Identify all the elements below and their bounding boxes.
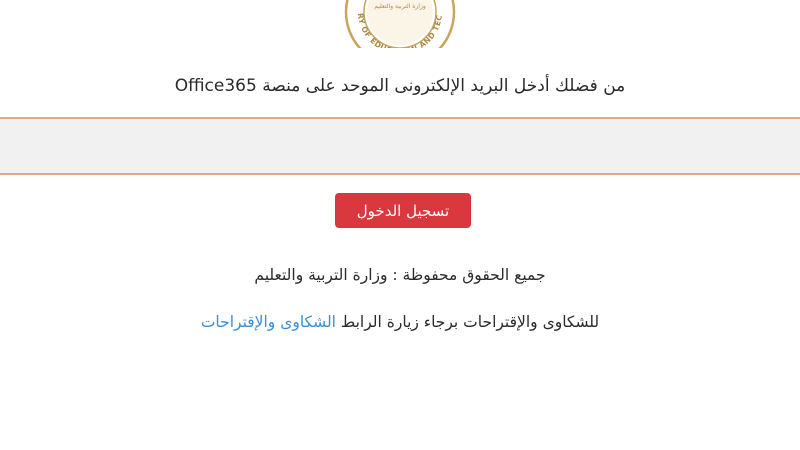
complaints-line: للشكاوى والإقتراحات برجاء زيارة الرابط ا… bbox=[0, 313, 800, 331]
login-page: MINISTRY OF EDUCATION AND TECHNICAL وزار… bbox=[0, 0, 800, 450]
ministry-logo: MINISTRY OF EDUCATION AND TECHNICAL وزار… bbox=[336, 0, 464, 48]
email-input[interactable] bbox=[0, 117, 800, 175]
complaints-text: للشكاوى والإقتراحات برجاء زيارة الرابط bbox=[335, 313, 600, 331]
complaints-link[interactable]: الشكاوى والإقتراحات bbox=[201, 313, 336, 331]
seal-center-text: وزارة التربية والتعليم bbox=[374, 3, 426, 10]
login-button[interactable]: تسجيل الدخول bbox=[335, 193, 471, 228]
ministry-seal-icon: MINISTRY OF EDUCATION AND TECHNICAL وزار… bbox=[336, 0, 456, 48]
email-prompt: من فضلك أدخل البريد الإلكترونى الموحد عل… bbox=[174, 76, 626, 96]
copyright-notice: جميع الحقوق محفوظة : وزارة التربية والتع… bbox=[254, 266, 546, 284]
